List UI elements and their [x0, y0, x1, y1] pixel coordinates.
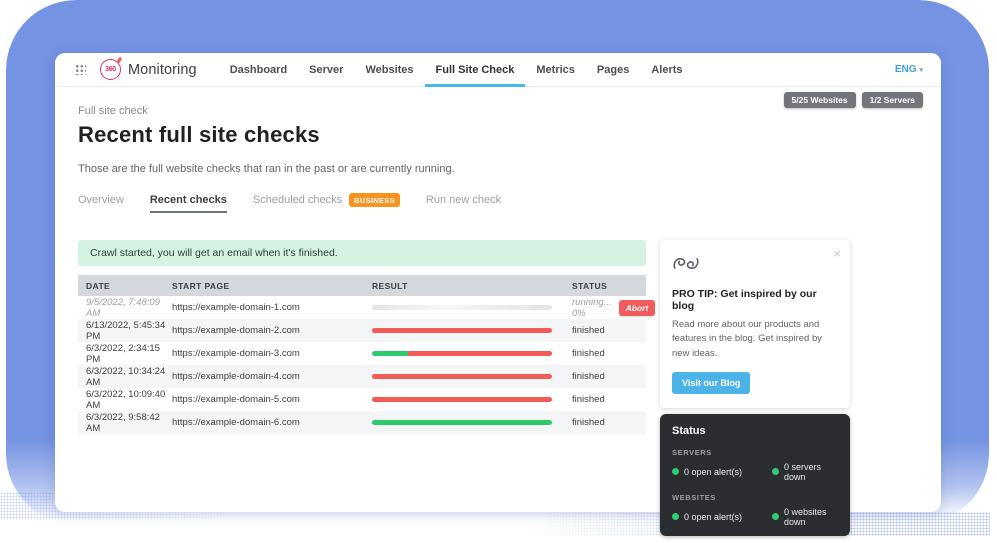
abort-button[interactable]: Abort — [619, 300, 656, 316]
logo-360-icon[interactable]: 360 — [100, 59, 121, 80]
chevron-down-icon: ▾ — [919, 66, 923, 74]
cell-date: 6/3/2022, 10:34:24 AM — [86, 366, 172, 388]
table-row[interactable]: 6/13/2022, 5:45:34 PM https://example-do… — [78, 319, 646, 342]
table-body: 9/5/2022, 7:48:09 AM https://example-dom… — [78, 296, 646, 434]
tab-scheduled-checks[interactable]: Scheduled checks BUSINESS — [253, 193, 400, 214]
cell-date: 6/13/2022, 5:45:34 PM — [86, 320, 172, 342]
status-panel-title: Status — [672, 425, 838, 437]
cell-date: 6/3/2022, 9:58:42 AM — [86, 412, 172, 434]
table-row[interactable]: 9/5/2022, 7:48:09 AM https://example-dom… — [78, 296, 646, 319]
progress-bar — [372, 420, 552, 425]
cell-status: finished — [572, 371, 605, 382]
navbar: 360 Monitoring Dashboard Server Websites… — [55, 53, 941, 87]
cell-status: finished — [572, 394, 605, 405]
cell-status: finished — [572, 325, 605, 336]
column-header-start-page: START PAGE — [172, 281, 372, 291]
tab-run-new-check[interactable]: Run new check — [426, 194, 501, 213]
cell-status: finished — [572, 417, 605, 428]
progress-bar — [372, 328, 552, 333]
cell-status: running... 0% — [572, 297, 612, 319]
table-header: DATE START PAGE RESULT STATUS — [78, 275, 646, 296]
status-section-websites: WEBSITES — [672, 493, 838, 502]
status-item: 0 servers down — [784, 462, 838, 482]
nav-menu: Dashboard Server Websites Full Site Chec… — [219, 53, 694, 87]
pro-tip-body: Read more about our products and feature… — [672, 318, 838, 361]
close-icon[interactable]: × — [833, 246, 841, 261]
pro-tip-card: × PRO TIP: Get inspired by our blog Read… — [660, 240, 850, 408]
progress-bar — [372, 397, 552, 402]
brand-name: Monitoring — [128, 62, 197, 78]
status-item: 0 open alert(s) — [684, 467, 742, 477]
crawl-started-alert: Crawl started, you will get an email whe… — [78, 240, 646, 266]
cell-date: 6/3/2022, 2:34:15 PM — [86, 343, 172, 365]
cell-start-page: https://example-domain-6.com — [172, 417, 372, 428]
progress-bar — [372, 305, 552, 310]
nav-item-full-site-check[interactable]: Full Site Check — [425, 53, 526, 87]
status-dot-icon — [672, 513, 679, 520]
cell-date: 9/5/2022, 7:48:09 AM — [86, 297, 172, 319]
cell-date: 6/3/2022, 10:09:40 AM — [86, 389, 172, 411]
table-row[interactable]: 6/3/2022, 2:34:15 PM https://example-dom… — [78, 342, 646, 365]
status-panel: Status SERVERS 0 open alert(s) 0 servers… — [660, 414, 850, 536]
cell-start-page: https://example-domain-4.com — [172, 371, 372, 382]
doodle-knot-icon — [672, 253, 700, 274]
column-header-result: RESULT — [372, 281, 572, 291]
nav-item-server[interactable]: Server — [298, 53, 354, 87]
visit-blog-button[interactable]: Visit our Blog — [672, 372, 750, 394]
tab-recent-checks[interactable]: Recent checks — [150, 194, 227, 213]
nav-item-pages[interactable]: Pages — [586, 53, 640, 87]
cell-start-page: https://example-domain-3.com — [172, 348, 372, 359]
cell-start-page: https://example-domain-1.com — [172, 302, 372, 313]
nav-item-dashboard[interactable]: Dashboard — [219, 53, 298, 87]
table-row[interactable]: 6/3/2022, 9:58:42 AM https://example-dom… — [78, 411, 646, 434]
table-row[interactable]: 6/3/2022, 10:34:24 AM https://example-do… — [78, 365, 646, 388]
status-dot-icon — [772, 468, 779, 475]
business-badge: BUSINESS — [349, 193, 400, 207]
table-row[interactable]: 6/3/2022, 10:09:40 AM https://example-do… — [78, 388, 646, 411]
status-item: 0 open alert(s) — [684, 512, 742, 522]
language-label: ENG — [895, 64, 917, 75]
app-window: 360 Monitoring Dashboard Server Websites… — [55, 53, 941, 512]
tab-overview[interactable]: Overview — [78, 194, 124, 213]
websites-usage-badge[interactable]: 5/25 Websites — [784, 92, 856, 108]
progress-bar — [372, 351, 552, 356]
language-selector[interactable]: ENG ▾ — [895, 64, 923, 75]
checks-table: DATE START PAGE RESULT STATUS 9/5/2022, … — [78, 275, 646, 434]
nav-item-websites[interactable]: Websites — [354, 53, 424, 87]
column-header-status: STATUS — [572, 281, 646, 291]
cell-start-page: https://example-domain-2.com — [172, 325, 372, 336]
cell-status: finished — [572, 348, 605, 359]
nav-item-alerts[interactable]: Alerts — [640, 53, 693, 87]
nav-item-metrics[interactable]: Metrics — [525, 53, 586, 87]
status-section-servers: SERVERS — [672, 448, 838, 457]
usage-badges: 5/25 Websites 1/2 Servers — [784, 92, 923, 108]
status-dot-icon — [772, 513, 779, 520]
tab-bar: Overview Recent checks Scheduled checks … — [78, 193, 941, 214]
cell-start-page: https://example-domain-5.com — [172, 394, 372, 405]
apps-grid-icon[interactable] — [75, 64, 86, 75]
page-title: Recent full site checks — [78, 122, 941, 148]
status-dot-icon — [672, 468, 679, 475]
servers-usage-badge[interactable]: 1/2 Servers — [862, 92, 923, 108]
tab-scheduled-checks-label: Scheduled checks — [253, 194, 342, 206]
column-header-date: DATE — [86, 281, 172, 291]
page-description: Those are the full website checks that r… — [78, 163, 941, 175]
pro-tip-title: PRO TIP: Get inspired by our blog — [672, 288, 838, 312]
progress-bar — [372, 374, 552, 379]
status-item: 0 websites down — [784, 507, 838, 527]
